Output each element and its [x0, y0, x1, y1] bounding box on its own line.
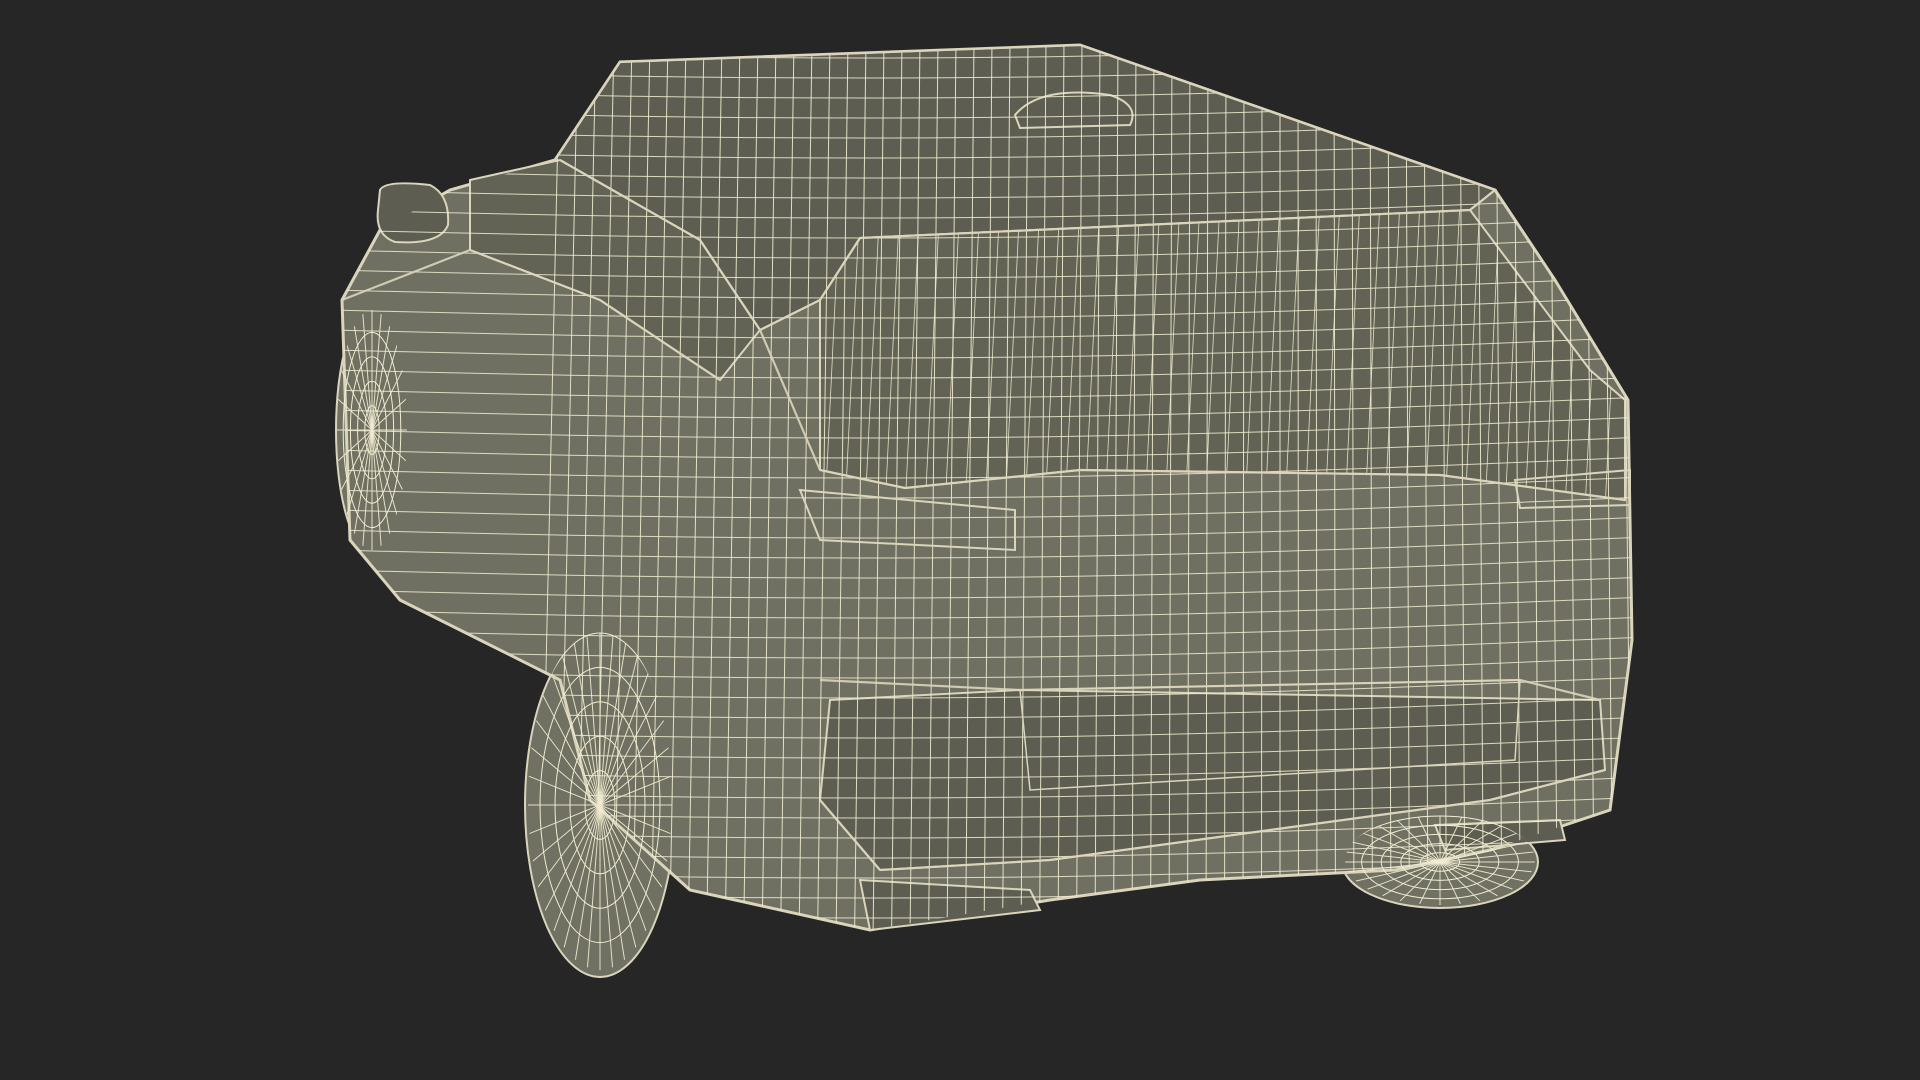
3d-viewport — [0, 0, 1920, 1080]
wireframe-render — [335, 43, 1634, 978]
